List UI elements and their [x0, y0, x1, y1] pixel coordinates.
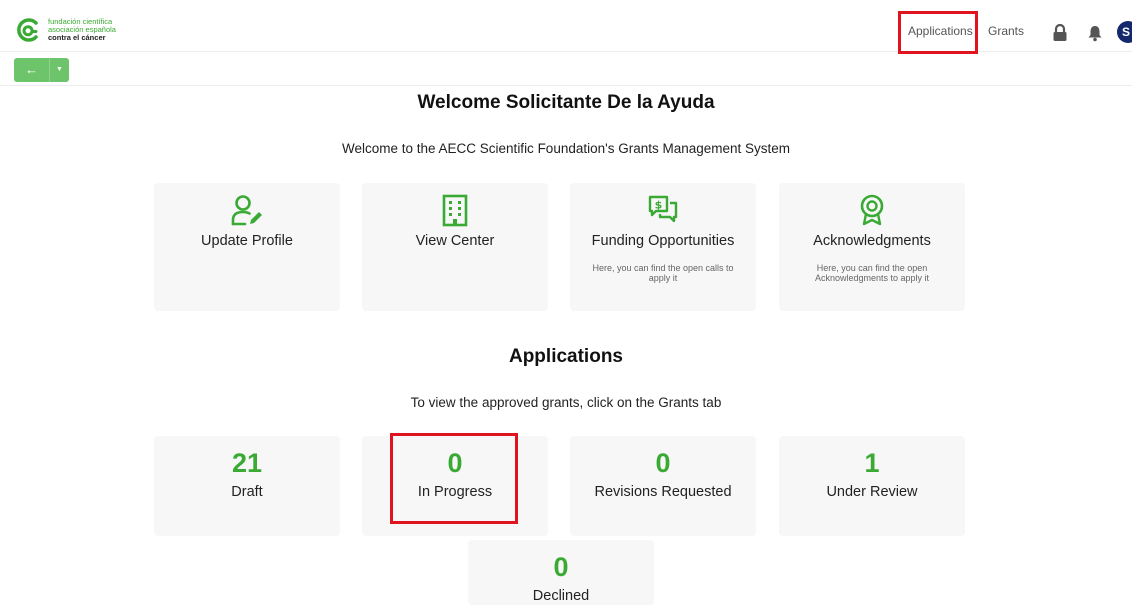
top-navbar: fundación científica asociación española… [0, 10, 1132, 54]
card-label: Acknowledgments [813, 233, 931, 249]
stat-label: Draft [231, 484, 263, 500]
back-arrow-icon[interactable]: ← [14, 58, 50, 82]
card-view-center[interactable]: View Center [362, 183, 548, 311]
brand-logo[interactable]: fundación científica asociación española… [14, 16, 116, 44]
lock-icon[interactable] [1052, 24, 1068, 42]
stat-value: 0 [655, 448, 671, 478]
card-description: Here, you can find the open Acknowledgme… [814, 263, 930, 283]
highlight-box-in-progress [390, 433, 518, 524]
stat-value: 0 [553, 552, 569, 582]
stat-card-under-review[interactable]: 1 Under Review [779, 436, 965, 536]
card-label: Funding Opportunities [591, 233, 735, 249]
user-avatar[interactable]: S [1117, 21, 1132, 43]
award-icon [860, 194, 884, 226]
stat-card-declined[interactable]: 0 Declined [468, 540, 654, 605]
card-label: Update Profile [201, 233, 293, 249]
back-toolbar: ← ▼ [0, 54, 1132, 86]
card-funding-opportunities[interactable]: $ Funding Opportunities Here, you can fi… [570, 183, 756, 311]
logo-text: fundación científica asociación española… [48, 18, 116, 42]
welcome-title: Welcome Solicitante De la Ayuda [417, 92, 715, 113]
back-dropdown-caret-icon[interactable]: ▼ [50, 58, 69, 82]
back-button-group: ← ▼ [14, 58, 69, 82]
funding-chat-icon: $ [648, 195, 678, 223]
card-update-profile[interactable]: Update Profile [154, 183, 340, 311]
stat-label: Declined [532, 588, 590, 604]
nav-grants[interactable]: Grants [988, 24, 1024, 38]
stat-value: 21 [231, 448, 263, 478]
applications-title: Applications [508, 346, 623, 367]
stat-value: 1 [864, 448, 880, 478]
stat-label: Revisions Requested [594, 484, 732, 500]
card-label: View Center [415, 233, 495, 249]
stat-label: Under Review [826, 484, 918, 500]
svg-text:$: $ [655, 199, 663, 212]
building-icon [442, 194, 468, 227]
applications-subtitle: To view the approved grants, click on th… [410, 395, 722, 410]
stat-card-draft[interactable]: 21 Draft [154, 436, 340, 536]
highlight-box-applications [898, 11, 978, 54]
logo-line-3: contra el cáncer [48, 33, 106, 42]
card-description: Here, you can find the open calls to app… [592, 263, 734, 283]
logo-mark-icon [17, 18, 38, 42]
user-edit-icon [231, 195, 262, 226]
card-acknowledgments[interactable]: Acknowledgments Here, you can find the o… [779, 183, 965, 311]
bell-icon[interactable] [1087, 24, 1103, 42]
stat-card-revisions-requested[interactable]: 0 Revisions Requested [570, 436, 756, 536]
welcome-subtitle: Welcome to the AECC Scientific Foundatio… [341, 141, 791, 156]
